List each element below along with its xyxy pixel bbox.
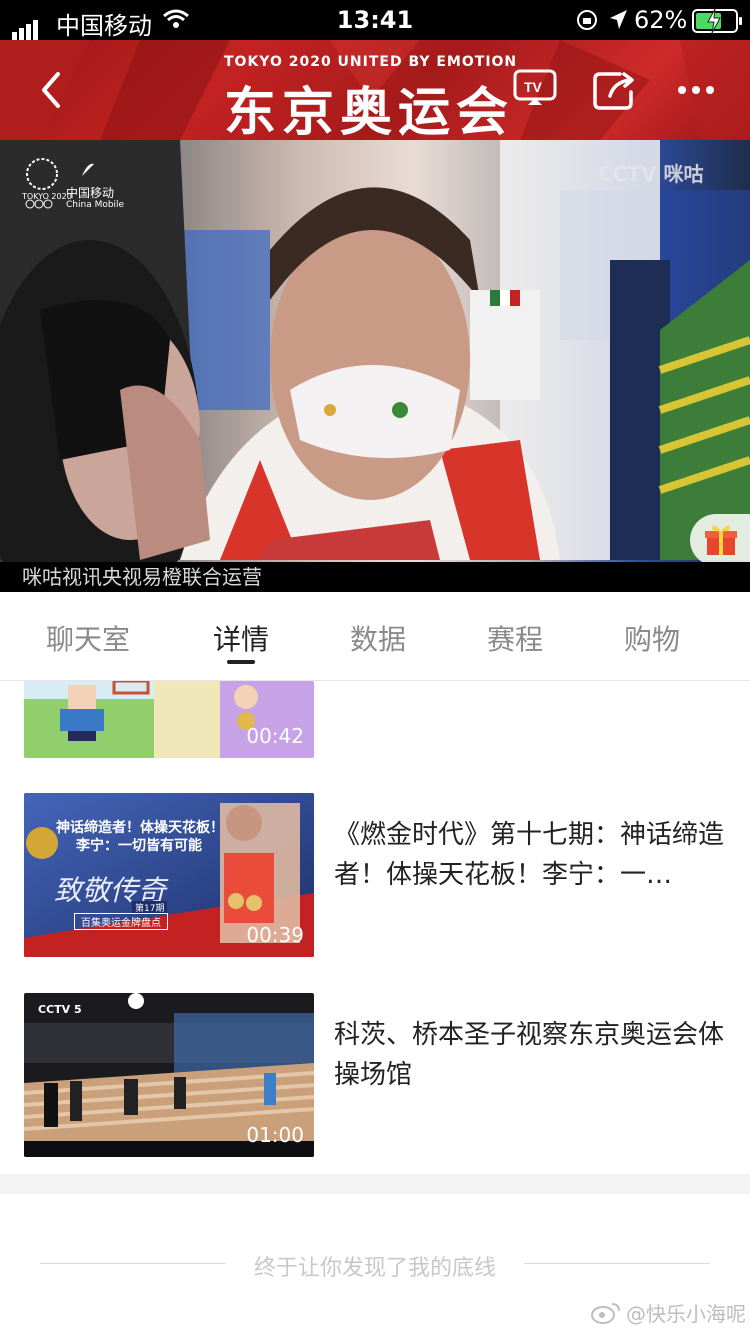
thumbnail-series: 百集奥运金牌盘点: [74, 913, 168, 930]
weibo-watermark: @快乐小海呢: [626, 1302, 746, 1326]
list-item[interactable]: 00:42: [0, 681, 750, 759]
tab-schedule[interactable]: 赛程: [455, 618, 575, 658]
china-mobile-en: China Mobile: [66, 200, 125, 210]
tab-data[interactable]: 数据: [318, 618, 438, 658]
video-thumbnail[interactable]: 00:42: [24, 681, 314, 758]
video-player[interactable]: TOKYO 2020 中国移动 China Mobile CCTV 咪咕 咪咕视…: [0, 140, 750, 592]
video-caption: 咪咕视讯央视易橙联合运营: [0, 562, 750, 592]
tokyo2020-logo: TOKYO 2020 中国移动 China Mobile: [22, 156, 124, 216]
battery-icon: [692, 9, 742, 33]
section-divider: [0, 1174, 750, 1194]
video-title[interactable]: 《燃金时代》第十七期：神话缔造者！体操天花板！李宁：一…: [334, 815, 730, 895]
china-mobile-cn: 中国移动: [66, 186, 115, 200]
china-mobile-icon: [82, 163, 94, 176]
battery-percent: 62%: [634, 6, 688, 34]
status-bar: 中国移动 13:41 62%: [0, 0, 750, 40]
video-thumbnail[interactable]: CCTV 5 01:00: [24, 993, 314, 1157]
gift-icon: [705, 525, 737, 555]
tokyo2020-text: TOKYO 2020: [22, 192, 72, 201]
rotation-lock-icon: [577, 10, 597, 30]
video-duration: 00:39: [246, 923, 304, 947]
list-item[interactable]: 神话缔造者！体操天花板！ 李宁：一切皆有可能 致敬传奇 第17期 百集奥运金牌盘…: [0, 793, 750, 959]
video-duration: 01:00: [246, 1123, 304, 1147]
thumbnail-headline-1: 神话缔造者！体操天花板！: [56, 820, 224, 836]
cctv5-logo: CCTV 5: [38, 1003, 82, 1016]
tv-cast-icon[interactable]: TV: [512, 68, 558, 108]
more-options-icon[interactable]: [676, 82, 722, 102]
broadcaster-watermark: CCTV 咪咕: [598, 162, 704, 186]
header-title: 东京奥运会: [224, 83, 515, 143]
tab-chatroom[interactable]: 聊天室: [28, 618, 148, 658]
video-thumbnail[interactable]: 神话缔造者！体操天花板！ 李宁：一切皆有可能 致敬传奇 第17期 百集奥运金牌盘…: [24, 793, 314, 957]
tv-label: TV: [524, 79, 543, 95]
end-of-list-text: 终于让你发现了我的底线: [253, 1256, 496, 1281]
list-item[interactable]: CCTV 5 01:00 科茨、桥本圣子视察东京奥运会体操场馆: [0, 993, 750, 1159]
tab-bar: 聊天室 详情 数据 赛程 购物: [0, 592, 750, 681]
tab-details[interactable]: 详情: [181, 618, 301, 658]
gift-button[interactable]: [690, 514, 750, 566]
header-tagline: TOKYO 2020 UNITED BY EMOTION: [224, 54, 518, 70]
location-arrow-icon: [610, 10, 627, 29]
active-tab-indicator: [227, 660, 255, 664]
share-icon[interactable]: [592, 70, 638, 112]
video-title[interactable]: 科茨、桥本圣子视察东京奥运会体操场馆: [334, 1015, 730, 1095]
back-arrow-icon[interactable]: [36, 70, 66, 110]
video-duration: 00:42: [246, 724, 304, 748]
thumbnail-headline-2: 李宁：一切皆有可能: [76, 838, 202, 854]
tab-shopping[interactable]: 购物: [592, 618, 712, 658]
weibo-logo-icon: [591, 1303, 620, 1324]
